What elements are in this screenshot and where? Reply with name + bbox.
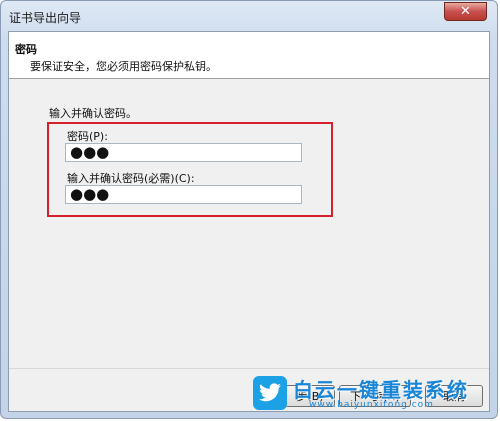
watermark-title: 白云一键重装系统: [293, 378, 469, 402]
page-title: 密码: [15, 43, 37, 56]
certificate-export-wizard-window: 证书导出向导 ✕ 密码 要保证安全，您必须用密码保护私钥。 输入并确认密码。 密…: [0, 0, 498, 419]
close-icon: ✕: [460, 4, 471, 19]
watermark-url: www.baiyunxitong.com: [309, 400, 434, 410]
footer-divider: [9, 368, 489, 369]
instruction-text: 输入并确认密码。: [49, 107, 137, 120]
password-label: 密码(P):: [67, 130, 108, 143]
wizard-header: 密码 要保证安全，您必须用密码保护私钥。: [9, 32, 489, 79]
twitter-bird-icon: [253, 376, 287, 410]
wizard-body: 密码 要保证安全，您必须用密码保护私钥。 输入并确认密码。 密码(P): ●●●…: [8, 31, 490, 412]
watermark: 白云一键重装系统 www.baiyunxitong.com: [253, 372, 493, 416]
password-field[interactable]: ●●●: [65, 143, 302, 162]
title-bar[interactable]: 证书导出向导 ✕: [1, 1, 497, 31]
close-button[interactable]: ✕: [444, 2, 487, 21]
confirm-password-label: 输入并确认密码(必需)(C):: [67, 172, 195, 185]
confirm-password-field[interactable]: ●●●: [65, 185, 302, 204]
window-title: 证书导出向导: [9, 11, 82, 25]
page-description: 要保证安全，您必须用密码保护私钥。: [30, 60, 217, 73]
